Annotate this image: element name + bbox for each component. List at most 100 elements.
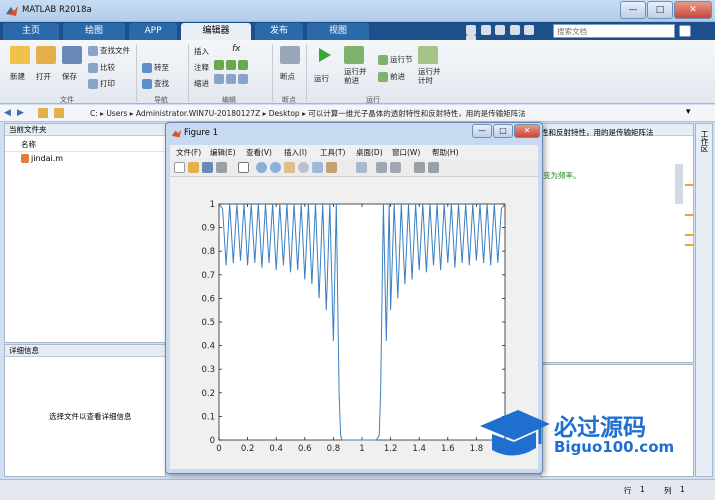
breadcrumb-segment[interactable]: C: bbox=[90, 109, 98, 118]
address-dropdown-icon[interactable]: ▾ bbox=[686, 107, 691, 117]
brush-icon[interactable] bbox=[326, 162, 337, 173]
y-tick-label: 0.3 bbox=[201, 365, 215, 375]
insert-button[interactable]: 插入 bbox=[194, 46, 209, 57]
figure-maximize-button[interactable]: □ bbox=[493, 124, 513, 138]
breadcrumb: C: ▸ Users ▸ Administrator.WIN7U-2018012… bbox=[90, 109, 526, 118]
rotate-icon[interactable] bbox=[298, 162, 309, 173]
menu-view[interactable]: 查看(V) bbox=[246, 147, 272, 158]
warning-marker[interactable] bbox=[685, 234, 693, 236]
tab-plots[interactable]: 绘图 bbox=[63, 23, 125, 40]
find-files-button[interactable]: 查找文件 bbox=[88, 45, 130, 56]
code-comment: 变为频率。 bbox=[543, 171, 581, 180]
hide-tools-icon[interactable] bbox=[414, 162, 425, 173]
group-separator bbox=[136, 44, 137, 102]
open-folder-icon bbox=[36, 46, 56, 64]
indent-button[interactable]: 缩进 bbox=[194, 78, 209, 89]
comment-button[interactable]: 注释 bbox=[194, 62, 209, 73]
status-bar: 行 1 列 1 bbox=[0, 479, 715, 500]
save-icon[interactable] bbox=[466, 25, 476, 35]
smart-indent-icon[interactable] bbox=[214, 74, 224, 84]
address-bar: ◀ ▶ C: ▸ Users ▸ Administrator.WIN7U-201… bbox=[0, 105, 715, 122]
menu-edit[interactable]: 编辑(E) bbox=[210, 147, 236, 158]
run-section-button[interactable]: 运行节 bbox=[378, 54, 413, 65]
breakpoints-button[interactable]: 断点 bbox=[280, 46, 300, 82]
menu-file[interactable]: 文件(F) bbox=[176, 147, 201, 158]
find-button[interactable]: 查找 bbox=[142, 78, 169, 89]
outdent-icon[interactable] bbox=[238, 74, 248, 84]
zoom-in-icon[interactable] bbox=[256, 162, 267, 173]
y-tick-label: 0.8 bbox=[201, 247, 215, 257]
tab-view[interactable]: 视图 bbox=[307, 23, 369, 40]
redo-icon[interactable] bbox=[524, 25, 535, 35]
search-input[interactable] bbox=[553, 24, 675, 38]
breadcrumb-segment[interactable]: 可以计算一维光子晶体的透射特性和反射特性，用的是传输矩阵法 bbox=[308, 109, 526, 118]
data-cursor-icon[interactable] bbox=[312, 162, 323, 173]
x-tick-label: 0.4 bbox=[269, 444, 283, 454]
open-file-icon[interactable] bbox=[188, 162, 199, 173]
up-folder-icon[interactable] bbox=[38, 108, 48, 118]
compare-button[interactable]: 比较 bbox=[88, 62, 115, 73]
row-value: 1 bbox=[640, 485, 645, 494]
undo-icon[interactable] bbox=[509, 25, 520, 35]
list-item[interactable]: jindai.m bbox=[21, 154, 63, 163]
print-figure-icon[interactable] bbox=[216, 162, 227, 173]
menu-window[interactable]: 窗口(W) bbox=[392, 147, 420, 158]
figure-close-button[interactable]: ✕ bbox=[514, 124, 540, 138]
warning-marker[interactable] bbox=[685, 244, 693, 246]
print-button[interactable]: 打印 bbox=[88, 78, 115, 89]
save-button[interactable]: 保存 bbox=[62, 46, 82, 82]
colorbar-icon[interactable] bbox=[376, 162, 387, 173]
insert-function-button[interactable]: fx bbox=[232, 44, 241, 54]
advance-button[interactable]: 前进 bbox=[378, 71, 405, 82]
pan-icon[interactable] bbox=[284, 162, 295, 173]
menu-help[interactable]: 帮助(H) bbox=[432, 147, 459, 158]
indent-icon[interactable] bbox=[226, 74, 236, 84]
editor-scrollbar[interactable] bbox=[675, 164, 683, 204]
menu-desktop[interactable]: 桌面(D) bbox=[356, 147, 383, 158]
minimize-button[interactable]: — bbox=[620, 1, 646, 19]
workspace-sidebar[interactable]: 工作区 bbox=[695, 123, 713, 477]
goto-button[interactable]: 转至 bbox=[142, 62, 169, 73]
link-plot-icon[interactable] bbox=[356, 162, 367, 173]
maximize-button[interactable]: □ bbox=[647, 1, 673, 19]
breadcrumb-segment[interactable]: Administrator.WIN7U-20180127Z bbox=[136, 109, 260, 118]
run-and-advance-button[interactable]: 运行并前进 bbox=[344, 46, 372, 85]
save-figure-icon[interactable] bbox=[202, 162, 213, 173]
browse-folder-icon[interactable] bbox=[54, 108, 64, 118]
logo-text-en: Biguo100.com bbox=[554, 438, 675, 456]
figure-minimize-button[interactable]: — bbox=[472, 124, 492, 138]
new-figure-icon[interactable] bbox=[174, 162, 185, 173]
comment-icon[interactable] bbox=[214, 60, 224, 70]
show-tools-icon[interactable] bbox=[428, 162, 439, 173]
run-and-time-button[interactable]: 运行并计时 bbox=[418, 46, 444, 85]
tab-publish[interactable]: 发布 bbox=[255, 23, 303, 40]
breadcrumb-segment[interactable]: Users bbox=[106, 109, 127, 118]
run-button[interactable]: 运行 bbox=[314, 46, 334, 84]
new-button[interactable]: 新建 bbox=[10, 46, 30, 82]
tab-editor[interactable]: 编辑器 bbox=[181, 23, 251, 40]
warning-marker[interactable] bbox=[685, 184, 693, 186]
tab-home[interactable]: 主页 bbox=[3, 23, 59, 40]
pointer-icon[interactable] bbox=[238, 162, 249, 173]
search-icon[interactable] bbox=[679, 25, 691, 37]
open-button[interactable]: 打开 bbox=[36, 46, 56, 82]
breadcrumb-segment[interactable]: Desktop bbox=[269, 109, 300, 118]
warning-marker[interactable] bbox=[685, 214, 693, 216]
editor-tab[interactable]: 性和反射特性，用的是传输矩阵法 bbox=[541, 127, 654, 138]
tab-apps[interactable]: APP bbox=[129, 23, 177, 40]
copy-icon[interactable] bbox=[495, 25, 506, 35]
close-button[interactable]: ✕ bbox=[674, 1, 712, 19]
name-column-header[interactable]: 名称 bbox=[21, 139, 36, 150]
y-tick-label: 0.9 bbox=[201, 224, 215, 234]
uncomment-icon[interactable] bbox=[226, 60, 236, 70]
menu-tools[interactable]: 工具(T) bbox=[320, 147, 345, 158]
back-icon[interactable]: ◀ bbox=[4, 108, 11, 118]
menu-insert[interactable]: 插入(I) bbox=[284, 147, 307, 158]
legend-icon[interactable] bbox=[390, 162, 401, 173]
group-separator bbox=[188, 44, 189, 102]
current-folder-title: 当前文件夹 bbox=[5, 124, 165, 136]
cut-icon[interactable] bbox=[480, 25, 491, 35]
zoom-out-icon[interactable] bbox=[270, 162, 281, 173]
forward-icon[interactable]: ▶ bbox=[17, 108, 24, 118]
wrap-icon[interactable] bbox=[238, 60, 248, 70]
